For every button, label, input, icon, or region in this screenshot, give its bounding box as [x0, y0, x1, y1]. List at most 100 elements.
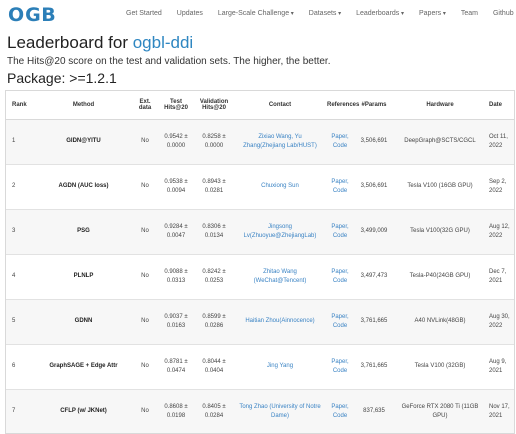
- logo-text: GB: [25, 4, 57, 26]
- hardware-cell: A40 NVLink(48GB): [414, 318, 466, 324]
- rank-cell: 2: [12, 183, 16, 189]
- method-cell: GIDN@YITU: [66, 138, 101, 144]
- contact-link[interactable]: Jingsong Lv(Zhuoyue@ZhejiangLab): [235, 209, 325, 254]
- table-row: 4 PLNLP No 0.9088 ± 0.0313 0.8242 ± 0.0253 Zh…: [6, 254, 514, 299]
- params-cell: 3,506,691: [360, 183, 388, 189]
- date-cell: Dec 7, 2021: [489, 268, 507, 284]
- test-hits-cell: 0.8781 ± 0.0474: [164, 358, 188, 374]
- leaderboard-table: Rank Method Ext. data Test Hits@20 Valid…: [6, 91, 514, 433]
- validation-hits-cell: 0.8306 ± 0.0134: [202, 223, 226, 239]
- date-cell: Aug 9, 2021: [489, 358, 507, 374]
- references-links[interactable]: Paper, Code: [325, 299, 355, 344]
- ogb-logo[interactable]: O GB: [8, 4, 56, 26]
- test-hits-cell: 0.9088 ± 0.0313: [164, 268, 188, 284]
- rank-cell: 4: [12, 273, 16, 279]
- test-hits-cell: 0.9538 ± 0.0094: [164, 178, 188, 194]
- contact-link[interactable]: Zhitao Wang (WeChat@Tencent): [235, 254, 325, 299]
- title-dataset-link[interactable]: ogbl-ddi: [133, 33, 194, 52]
- page-description: The Hits@20 score on the test and valida…: [7, 56, 331, 67]
- hardware-cell: DeepGraph@SCTS/CGCL: [404, 138, 476, 144]
- validation-hits-cell: 0.8258 ± 0.0000: [202, 133, 226, 149]
- nav-item-large-scale-challenge[interactable]: Large-Scale Challenge: [218, 10, 294, 17]
- params-cell: 3,499,009: [360, 228, 388, 234]
- main-nav: Get Started Updates Large-Scale Challenge D…: [126, 10, 516, 17]
- logo-letter-o: O: [8, 4, 25, 26]
- ext-data-cell: No: [141, 228, 149, 234]
- title-prefix: Leaderboard for: [7, 33, 133, 52]
- table-row: 3 PSG No 0.9284 ± 0.0047 0.8306 ± 0.0134 Jing…: [6, 209, 514, 254]
- method-cell: AGDN (AUC loss): [58, 183, 109, 189]
- contact-link[interactable]: Chuxiong Sun: [235, 164, 325, 209]
- validation-hits-cell: 0.8405 ± 0.0284: [202, 403, 226, 419]
- header-references[interactable]: References: [325, 91, 359, 120]
- header-contact[interactable]: Contact: [235, 91, 325, 120]
- method-cell: PSG: [77, 228, 90, 234]
- rank-cell: 5: [12, 318, 16, 324]
- references-links[interactable]: Paper, Code: [325, 119, 355, 164]
- method-cell: GraphSAGE + Edge Attr: [49, 363, 118, 369]
- test-hits-cell: 0.8608 ± 0.0198: [164, 403, 188, 419]
- rank-cell: 1: [12, 138, 16, 144]
- validation-hits-cell: 0.8242 ± 0.0253: [202, 268, 226, 284]
- nav-item-papers[interactable]: Papers: [419, 10, 446, 17]
- references-links[interactable]: Paper, Code: [325, 164, 355, 209]
- references-links[interactable]: Paper, Code: [325, 209, 355, 254]
- contact-link[interactable]: Tong Zhao (University of Notre Dame): [235, 389, 325, 433]
- hardware-cell: Tesla V100 (16GB GPU): [407, 183, 473, 189]
- header-method[interactable]: Method: [36, 91, 131, 120]
- method-cell: CFLP (w/ JKNet): [60, 408, 107, 414]
- date-cell: Oct 11, 2022: [489, 133, 508, 149]
- ext-data-cell: No: [141, 408, 149, 414]
- ext-data-cell: No: [141, 138, 149, 144]
- params-cell: 3,761,665: [360, 318, 388, 324]
- ext-data-cell: No: [141, 363, 149, 369]
- header-date[interactable]: Date: [487, 91, 514, 120]
- header-hardware[interactable]: Hardware: [393, 91, 487, 120]
- rank-cell: 3: [12, 228, 16, 234]
- ext-data-cell: No: [141, 183, 149, 189]
- table-row: 2 AGDN (AUC loss) No 0.9538 ± 0.0094 0.8943 …: [6, 164, 514, 209]
- validation-hits-cell: 0.8044 ± 0.0404: [202, 358, 226, 374]
- header-ext-data[interactable]: Ext. data: [131, 91, 159, 120]
- references-links[interactable]: Paper, Code: [325, 389, 355, 433]
- header-params[interactable]: #Params: [355, 91, 393, 120]
- nav-item-github[interactable]: Github: [493, 10, 514, 17]
- table-header-row: Rank Method Ext. data Test Hits@20 Valid…: [6, 91, 514, 120]
- header-validation-hits[interactable]: Validation Hits@20: [193, 91, 235, 120]
- test-hits-cell: 0.9037 ± 0.0163: [164, 313, 188, 329]
- leaderboard-table-container: Rank Method Ext. data Test Hits@20 Valid…: [5, 90, 515, 434]
- params-cell: 3,506,691: [360, 138, 388, 144]
- test-hits-cell: 0.9542 ± 0.0000: [164, 133, 188, 149]
- test-hits-cell: 0.9284 ± 0.0047: [164, 223, 188, 239]
- hardware-cell: Tesla V100(32G GPU): [410, 228, 470, 234]
- header-test-hits[interactable]: Test Hits@20: [159, 91, 193, 120]
- date-cell: Aug 30, 2022: [489, 313, 510, 329]
- references-links[interactable]: Paper, Code: [325, 344, 355, 389]
- date-cell: Sep 2, 2022: [489, 178, 507, 194]
- date-cell: Aug 12, 2022: [489, 223, 510, 239]
- package-version: Package: >=1.2.1: [7, 70, 117, 86]
- hardware-cell: GeForce RTX 2080 Ti (11GB GPU): [401, 403, 479, 419]
- nav-item-datasets[interactable]: Datasets: [309, 10, 341, 17]
- ext-data-cell: No: [141, 318, 149, 324]
- table-row: 6 GraphSAGE + Edge Attr No 0.8781 ± 0.0474 0…: [6, 344, 514, 389]
- nav-item-updates[interactable]: Updates: [177, 10, 203, 17]
- method-cell: PLNLP: [73, 273, 94, 279]
- references-links[interactable]: Paper, Code: [325, 254, 355, 299]
- params-cell: 3,761,665: [360, 363, 388, 369]
- contact-link[interactable]: Haitian Zhou(Ainnocence): [235, 299, 325, 344]
- validation-hits-cell: 0.8599 ± 0.0286: [202, 313, 226, 329]
- top-navbar: O GB Get Started Updates Large-Scale Chall…: [0, 0, 516, 30]
- params-cell: 3,497,473: [360, 273, 388, 279]
- table-row: 1 GIDN@YITU No 0.9542 ± 0.0000 0.8258 ± 0.00…: [6, 119, 514, 164]
- nav-item-get-started[interactable]: Get Started: [126, 10, 162, 17]
- nav-item-team[interactable]: Team: [461, 10, 478, 17]
- table-row: 7 CFLP (w/ JKNet) No 0.8608 ± 0.0198 0.8405 …: [6, 389, 514, 433]
- validation-hits-cell: 0.8943 ± 0.0281: [202, 178, 226, 194]
- page-title: Leaderboard for ogbl-ddi: [7, 33, 193, 53]
- rank-cell: 7: [12, 408, 16, 414]
- contact-link[interactable]: Jing Yang: [235, 344, 325, 389]
- contact-link[interactable]: Zixiao Wang, Yu Zhang(Zhejiang Lab/HUST): [235, 119, 325, 164]
- nav-item-leaderboards[interactable]: Leaderboards: [356, 10, 404, 17]
- header-rank[interactable]: Rank: [6, 91, 36, 120]
